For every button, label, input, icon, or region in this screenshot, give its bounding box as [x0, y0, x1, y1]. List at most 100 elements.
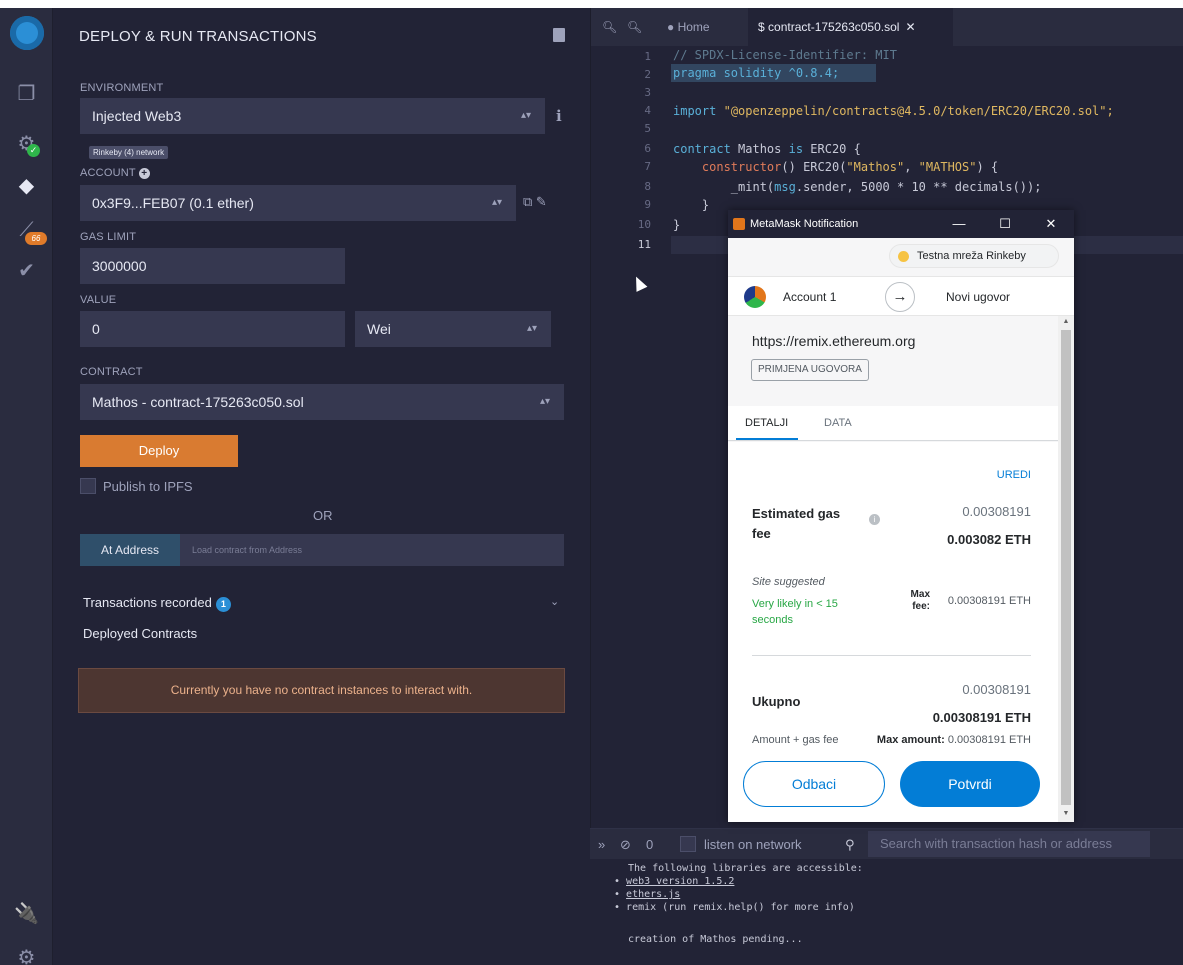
- listen-network-label: listen on network: [704, 837, 802, 852]
- terminal: » ⊘ 0 listen on network ⚲ Search with tr…: [590, 828, 1183, 965]
- testing-icon[interactable]: ✔: [0, 253, 53, 287]
- contract-value: Mathos - contract-175263c050.sol: [92, 394, 304, 410]
- maximize-icon[interactable]: ☐: [982, 210, 1028, 238]
- line-number: 4: [644, 104, 651, 117]
- transactions-recorded[interactable]: Transactions recorded 1: [83, 595, 231, 612]
- listen-network-checkbox[interactable]: [680, 836, 696, 852]
- terminal-search-input[interactable]: Search with transaction hash or address: [868, 831, 1150, 857]
- line-number: 10: [637, 218, 651, 231]
- add-account-plus-icon[interactable]: +: [138, 167, 150, 179]
- line-number: 3: [644, 86, 651, 99]
- account-actions: ⧉ ✎: [523, 194, 547, 210]
- file-explorer-icon[interactable]: ❐: [0, 76, 53, 110]
- solidity-compiler-icon[interactable]: ⚙ ✓: [0, 126, 53, 160]
- code-token: "Mathos": [846, 160, 905, 174]
- zoom-in-icon[interactable]: 🔍︎: [627, 20, 642, 34]
- documentation-icon[interactable]: [553, 28, 565, 42]
- at-address-button[interactable]: At Address: [80, 534, 180, 566]
- code-line-2: pragma solidity ^0.8.4;: [673, 66, 840, 80]
- window-controls: — ☐ ✕: [936, 210, 1074, 238]
- code-token: ) {: [976, 160, 999, 174]
- value-unit-select[interactable]: Wei ▴▾: [355, 311, 551, 347]
- tab-contract[interactable]: $ contract-175263c050.sol ✕: [748, 8, 953, 46]
- settings-gear-icon[interactable]: ⚙: [0, 940, 53, 965]
- code-line-9: }: [673, 198, 709, 212]
- reject-button[interactable]: Odbaci: [743, 761, 885, 807]
- account-select[interactable]: 0x3F9...FEB07 (0.1 ether) ▴▾: [80, 185, 516, 221]
- analysis-icon[interactable]: ⟋ 66: [0, 213, 53, 247]
- home-icon: ●: [667, 20, 675, 34]
- network-pill[interactable]: Testna mreža Rinkeby: [889, 244, 1059, 268]
- scroll-up-icon[interactable]: ▲: [1058, 318, 1074, 325]
- gas-limit-input[interactable]: 3000000: [80, 248, 345, 284]
- close-icon[interactable]: ✕: [1028, 210, 1074, 238]
- amount-gas-label: Amount + gas fee: [752, 734, 839, 746]
- editor-tab-bar: 🔍︎ 🔍︎ ● Home $ contract-175263c050.sol ✕: [591, 8, 1183, 46]
- terminal-line: • ethers.js: [614, 889, 681, 900]
- edit-icon[interactable]: ✎: [536, 194, 547, 209]
- network-dot-icon: [898, 251, 909, 262]
- solidity-file-icon: $: [758, 20, 765, 34]
- code-token: import: [673, 104, 717, 118]
- tab-data[interactable]: DATA: [824, 417, 852, 429]
- select-arrows-icon: ▴▾: [539, 396, 550, 407]
- edit-link[interactable]: UREDI: [997, 469, 1031, 481]
- max-fee-value: 0.00308191 ETH: [947, 595, 1031, 607]
- clear-console-icon[interactable]: ⊘: [620, 837, 631, 853]
- web3-link[interactable]: web3 version 1.5.2: [626, 876, 734, 887]
- value-label: VALUE: [80, 294, 117, 306]
- line-number: 6: [644, 142, 651, 155]
- scrollbar[interactable]: ▲ ▼: [1058, 316, 1074, 822]
- line-number: 9: [644, 198, 651, 211]
- terminal-line: • web3 version 1.5.2: [614, 876, 735, 887]
- deploy-run-icon[interactable]: ◆: [0, 168, 53, 202]
- code-line-4: import "@openzeppelin/contracts@4.5.0/to…: [673, 104, 1114, 118]
- minimize-icon[interactable]: —: [936, 210, 982, 238]
- gas-fee-label: Estimated gas fee: [752, 506, 841, 541]
- terminal-line: creation of Mathos pending...: [628, 934, 803, 945]
- deploy-button[interactable]: Deploy: [80, 435, 238, 467]
- copy-icon[interactable]: ⧉: [523, 194, 532, 209]
- line-number: 1: [644, 50, 651, 63]
- account-label-text: ACCOUNT: [80, 167, 136, 179]
- account-name: Account 1: [783, 290, 837, 304]
- analysis-badge: 66: [25, 232, 47, 245]
- max-amount: Max amount: 0.00308191 ETH: [877, 734, 1031, 746]
- tab-details[interactable]: DETALJI: [745, 417, 788, 429]
- collapse-terminal-icon[interactable]: »: [598, 837, 605, 852]
- tab-home[interactable]: ● Home: [657, 8, 743, 46]
- tab-home-label: Home: [677, 20, 710, 34]
- max-amount-value: 0.00308191 ETH: [947, 734, 1031, 746]
- transactions-count-badge: 1: [215, 597, 231, 612]
- scroll-down-icon[interactable]: ▼: [1058, 810, 1074, 817]
- environment-select[interactable]: Injected Web3 ▴▾: [80, 98, 545, 134]
- zoom-out-icon[interactable]: 🔍︎: [602, 20, 617, 34]
- close-tab-icon[interactable]: ✕: [905, 20, 915, 34]
- scroll-thumb[interactable]: [1061, 330, 1071, 805]
- code-line-6: contract Mathos is ERC20 {: [673, 142, 861, 156]
- ethers-link[interactable]: ethers.js: [626, 889, 680, 900]
- contract-select[interactable]: Mathos - contract-175263c050.sol ▴▾: [80, 384, 564, 420]
- info-icon[interactable]: i: [556, 107, 562, 125]
- deploy-panel: DEPLOY & RUN TRANSACTIONS ENVIRONMENT In…: [53, 8, 590, 965]
- info-icon[interactable]: i: [869, 514, 880, 525]
- confirm-button[interactable]: Potvrdi: [900, 761, 1040, 807]
- account-value: 0x3F9...FEB07 (0.1 ether): [92, 195, 254, 211]
- code-line-7: constructor() ERC20("Mathos", "MATHOS") …: [673, 160, 998, 174]
- chevron-down-icon[interactable]: ⌄: [550, 595, 559, 608]
- at-address-input[interactable]: Load contract from Address: [180, 534, 564, 566]
- metamask-body: Testna mreža Rinkeby Account 1 → Novi ug…: [728, 238, 1074, 822]
- total-eth: 0.00308191 ETH: [932, 710, 1031, 725]
- remix-logo-icon[interactable]: [0, 16, 53, 50]
- value-input[interactable]: 0: [80, 311, 345, 347]
- line-number: 11: [637, 238, 651, 251]
- value-unit: Wei: [367, 321, 391, 337]
- code-token: .sender, 5000 * 10 ** decimals());: [795, 180, 1042, 194]
- line-gutter: 1 2 3 4 5 6 7 8 9 10 11: [591, 46, 657, 828]
- publish-ipfs-checkbox[interactable]: [80, 478, 96, 494]
- code-token: msg: [774, 180, 796, 194]
- account-row: Account 1 → Novi ugovor: [728, 276, 1074, 316]
- plugin-manager-icon[interactable]: 🔌: [0, 896, 53, 930]
- screen: ❐ ⚙ ✓ ◆ ⟋ 66 ✔ 🔌 ⚙ DEPLOY & RUN TRANSACTIO…: [0, 0, 1183, 965]
- tx-type-badge: PRIMJENA UGOVORA: [751, 359, 869, 381]
